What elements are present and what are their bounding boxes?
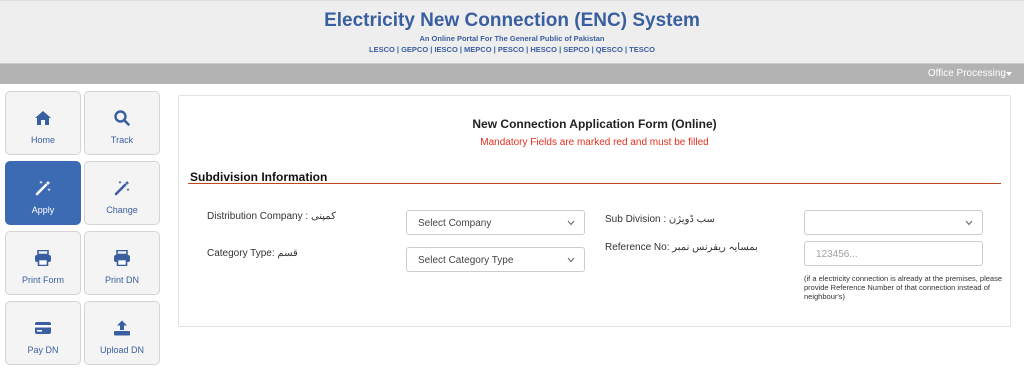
sidebar-tile-label: Upload DN [99,345,145,355]
printer-icon [35,250,51,266]
section-divider [188,183,1001,184]
chevron-down-icon [567,220,575,226]
distribution-company-select[interactable]: Select Company [406,210,585,235]
chevron-down-icon [965,220,973,226]
sidebar-tile-print-dn[interactable]: Print DN [84,231,160,295]
category-type-select[interactable]: Select Category Type [406,247,585,272]
sidebar-tile-label: Track [110,135,134,145]
sidebar-tile-print-form[interactable]: Print Form [5,231,81,295]
sidebar-tile-label: Apply [31,205,55,215]
printer-icon [114,250,130,266]
reference-help-text: (if a electricity connection is already … [804,274,1003,301]
magic-wand-icon [35,180,51,196]
sidebar-tile-label: Change [106,205,138,215]
magic-wand-icon [114,180,130,196]
sidebar-tile-apply[interactable]: Apply [5,161,81,225]
mandatory-note: Mandatory Fields are marked red and must… [480,137,709,148]
section-title: Subdivision Information [190,170,328,184]
site-header: Electricity New Connection (ENC) System … [0,0,1024,64]
reference-no-label: Reference No: بمسایہ ریفرنس نمبر [605,242,758,253]
reference-no-placeholder: 123456... [816,249,858,260]
site-subtitle: An Online Portal For The General Public … [419,34,605,43]
sidebar-tile-change[interactable]: Change [84,161,160,225]
sidebar-tile-pay-dn[interactable]: Pay DN [5,301,81,365]
form-title: New Connection Application Form (Online) [472,117,717,131]
sidebar-tile-home[interactable]: Home [5,91,81,155]
home-icon [35,111,51,125]
sub-division-select[interactable] [804,210,983,235]
distribution-company-value: Select Company [418,218,492,229]
sub-division-label: Sub Division : سب ڈویژن [605,214,715,225]
office-processing-menu[interactable]: Office Processing [928,68,1006,79]
search-icon [114,110,130,126]
chevron-down-icon [567,257,575,263]
sidebar-tile-upload-dn[interactable]: Upload DN [84,301,160,365]
sidebar-tile-label: Home [30,135,55,145]
sidebar-tile-label: Print Form [21,275,64,285]
category-type-label: Category Type: قسم [207,248,298,259]
sidebar-tile-label: Print DN [104,275,139,285]
category-type-value: Select Category Type [418,255,514,266]
upload-icon [114,320,130,336]
sidebar-tile-track[interactable]: Track [84,91,160,155]
site-title: Electricity New Connection (ENC) System [324,10,700,31]
sidebar-tile-label: Pay DN [27,345,59,355]
distribution-company-label: Distribution Company : کمپنی [207,211,336,222]
application-form-panel: New Connection Application Form (Online)… [178,95,1011,327]
company-list: LESCO | GEPCO | IESCO | MEPCO | PESCO | … [368,45,655,54]
credit-card-icon [35,322,51,334]
caret-down-icon[interactable] [1006,72,1012,76]
reference-no-input[interactable]: 123456... [804,241,983,266]
top-navbar: Office Processing [0,64,1024,84]
